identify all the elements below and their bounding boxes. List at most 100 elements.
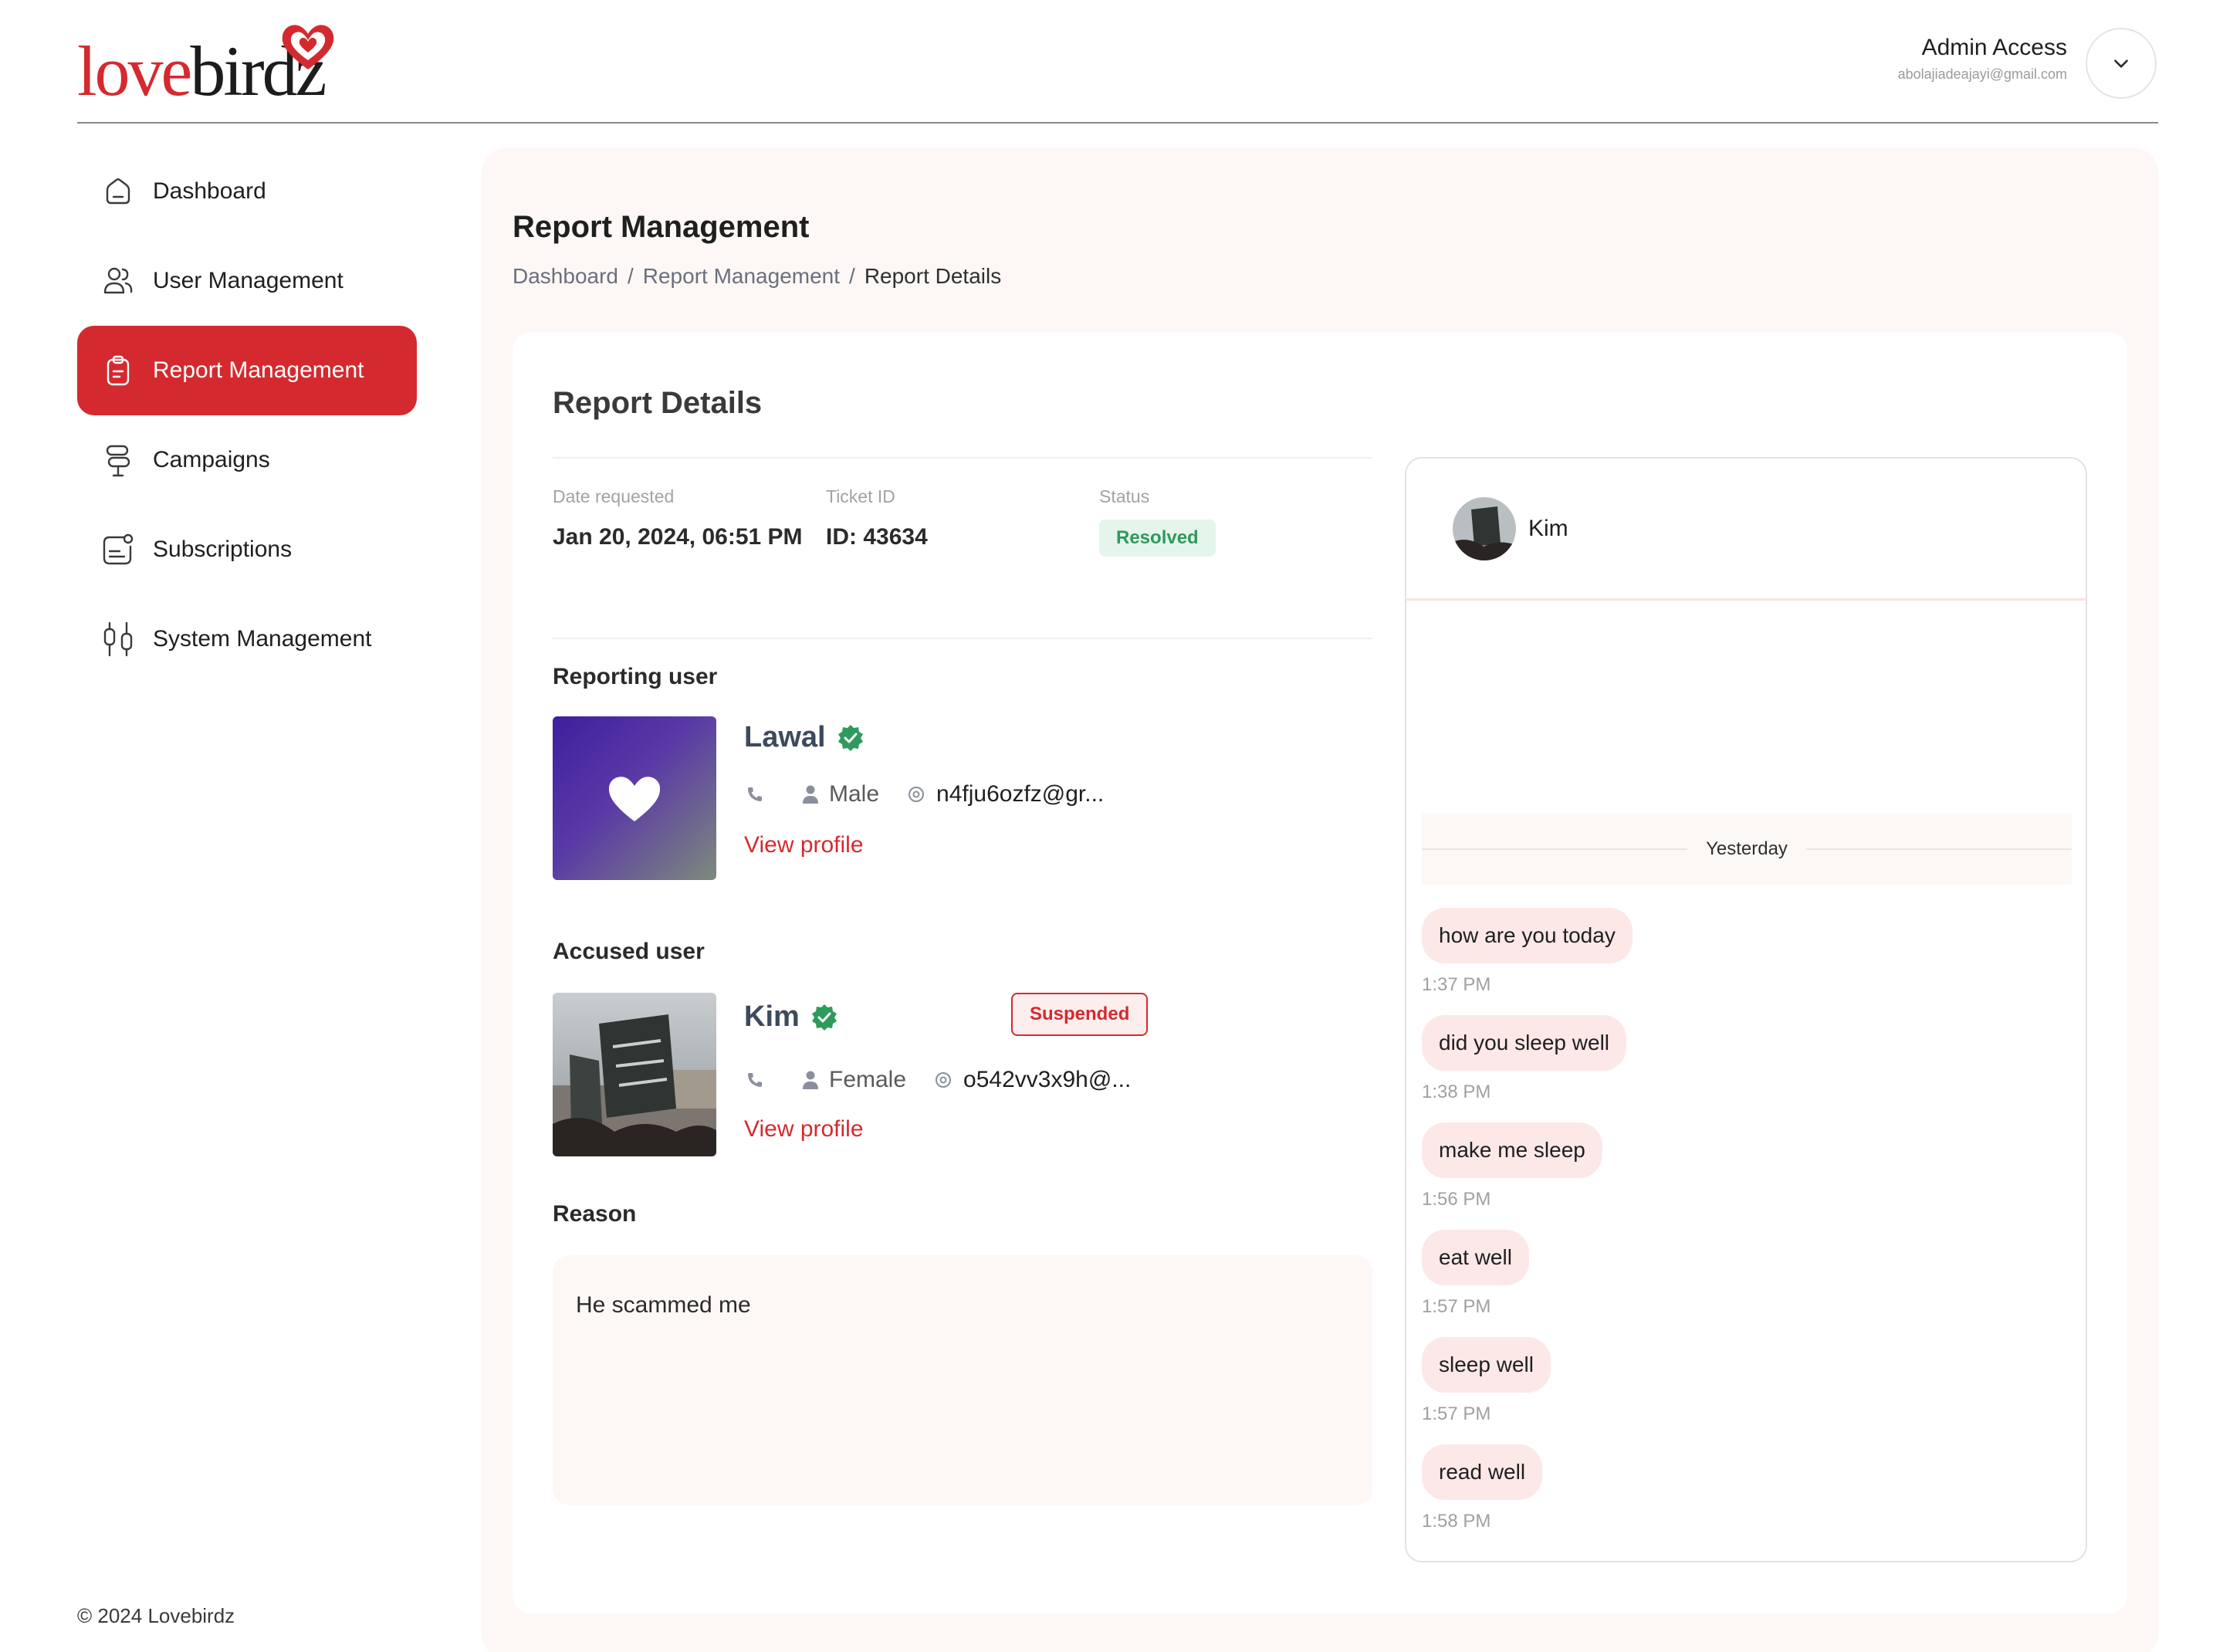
- divider: [553, 638, 1372, 639]
- reason-label: Reason: [553, 1201, 637, 1227]
- message-time: 1:56 PM: [1422, 1189, 1491, 1210]
- breadcrumb-dashboard[interactable]: Dashboard: [513, 264, 618, 289]
- header-divider: [77, 122, 2158, 124]
- at-icon: [905, 784, 927, 805]
- protest-photo-icon: [553, 1014, 716, 1156]
- sidebar-item-label: Campaigns: [153, 447, 270, 472]
- accused-user-name: Kim: [744, 1000, 800, 1033]
- breadcrumb-report-management[interactable]: Report Management: [643, 264, 840, 289]
- date-requested-label: Date requested: [553, 486, 675, 506]
- date-requested-field: Date requested Jan 20, 2024, 06:51 PM: [553, 486, 803, 550]
- message-bubble: read well: [1422, 1444, 1543, 1500]
- reporting-user-avatar: [553, 716, 716, 880]
- sidebar-item-system-management[interactable]: System Management: [77, 594, 417, 684]
- admin-menu-button[interactable]: [2086, 28, 2157, 99]
- top-header: lovebirdz Admin Access abolajiadeajayi@g…: [0, 0, 2223, 124]
- ticket-id-value: ID: 43634: [826, 524, 928, 550]
- admin-name: Admin Access: [1921, 35, 2067, 60]
- reason-box: He scammed me: [553, 1255, 1372, 1505]
- chat-message: read well 1:58 PM: [1422, 1444, 1543, 1532]
- message-time: 1:57 PM: [1422, 1296, 1491, 1317]
- chevron-down-icon: [2114, 59, 2128, 68]
- message-bubble: how are you today: [1422, 908, 1633, 963]
- suspended-badge: Suspended: [1011, 993, 1149, 1036]
- sidebar-item-dashboard[interactable]: Dashboard: [77, 147, 417, 236]
- message-time: 1:38 PM: [1422, 1082, 1491, 1102]
- report-details-card: Report Details Date requested Jan 20, 20…: [513, 332, 2127, 1613]
- home-icon: [100, 174, 136, 209]
- sidebar-item-label: Dashboard: [153, 178, 266, 204]
- phone-icon: [744, 784, 766, 805]
- lovebirdz-logo[interactable]: lovebirdz: [77, 25, 347, 107]
- date-requested-value: Jan 20, 2024, 06:51 PM: [553, 524, 803, 550]
- reporting-user-gender: Male: [829, 781, 880, 807]
- avatar-photo-icon: [1453, 497, 1516, 560]
- reporting-user-label: Reporting user: [553, 664, 718, 689]
- reporting-user-email: n4fju6ozfz@gr...: [936, 781, 1105, 807]
- reporting-user-name-row: Lawal: [744, 721, 864, 754]
- day-label: Yesterday: [1706, 838, 1788, 859]
- admin-info: Admin Access abolajiadeajayi@gmail.com: [1898, 34, 2067, 83]
- chat-message: make me sleep 1:56 PM: [1422, 1122, 1602, 1210]
- main-panel: Report Management Dashboard / Report Man…: [482, 148, 2158, 1652]
- sidebar-item-subscriptions[interactable]: Subscriptions: [77, 505, 417, 594]
- accused-user-label: Accused user: [553, 939, 705, 964]
- message-time: 1:57 PM: [1422, 1403, 1491, 1424]
- page-title: Report Management: [513, 210, 810, 244]
- person-icon: [800, 1069, 821, 1091]
- chat-message: sleep well 1:57 PM: [1422, 1337, 1551, 1425]
- heart-icon: [608, 777, 661, 821]
- message-bubble: sleep well: [1422, 1337, 1551, 1393]
- day-separator: Yesterday: [1422, 814, 2072, 885]
- accused-user-avatar: [553, 993, 716, 1156]
- verified-badge-icon: [811, 1004, 837, 1031]
- signpost-icon: [100, 442, 136, 478]
- status-field: Status Resolved: [1099, 486, 1216, 557]
- sidebar-item-campaigns[interactable]: Campaigns: [77, 415, 417, 505]
- divider: [553, 457, 1372, 459]
- message-time: 1:58 PM: [1422, 1511, 1491, 1532]
- logo-heart-icon: [282, 25, 334, 69]
- clipboard-icon: [100, 353, 136, 388]
- chat-header: Kim: [1406, 459, 2086, 601]
- ticket-id-field: Ticket ID ID: 43634: [826, 486, 928, 550]
- sidebar-item-report-management[interactable]: Report Management: [77, 326, 417, 415]
- footer-copyright: © 2024 Lovebirdz: [77, 1604, 235, 1627]
- sidebar-item-label: Report Management: [153, 357, 364, 383]
- sidebar-item-label: System Management: [153, 626, 372, 652]
- breadcrumb-current: Report Details: [864, 264, 1002, 288]
- breadcrumb-separator: /: [849, 264, 855, 288]
- accused-user-email: o542vv3x9h@...: [963, 1067, 1132, 1092]
- breadcrumb-separator: /: [627, 264, 634, 288]
- sidebar-item-user-management[interactable]: User Management: [77, 236, 417, 326]
- accused-user-gender: Female: [829, 1067, 907, 1092]
- report-details-title: Report Details: [553, 386, 763, 420]
- status-label: Status: [1099, 486, 1150, 506]
- accused-user-meta: Female o542vv3x9h@...: [744, 1067, 1131, 1093]
- sidebar-item-label: Subscriptions: [153, 537, 293, 562]
- users-icon: [100, 263, 136, 299]
- message-bubble: eat well: [1422, 1230, 1529, 1285]
- reporting-user-view-profile-link[interactable]: View profile: [744, 832, 864, 858]
- separator-line: [1805, 848, 2072, 850]
- sidebar-nav: Dashboard User Management Report Managem…: [77, 147, 417, 684]
- reason-text: He scammed me: [576, 1292, 751, 1318]
- breadcrumb: Dashboard / Report Management / Report D…: [513, 264, 1001, 289]
- verified-badge-icon: [837, 724, 863, 751]
- sliders-icon: [100, 621, 136, 657]
- admin-email: abolajiadeajayi@gmail.com: [1897, 66, 2067, 82]
- chat-message: how are you today 1:37 PM: [1422, 908, 1633, 996]
- ticket-id-label: Ticket ID: [826, 486, 895, 506]
- accused-user-name-row: Kim: [744, 1000, 838, 1034]
- at-icon: [932, 1069, 954, 1091]
- chat-message: did you sleep well 1:38 PM: [1422, 1015, 1627, 1103]
- message-bubble: make me sleep: [1422, 1122, 1602, 1178]
- person-icon: [800, 784, 821, 805]
- status-badge: Resolved: [1099, 520, 1216, 557]
- accused-user-view-profile-link[interactable]: View profile: [744, 1116, 864, 1143]
- chat-panel: Kim Yesterday how are you today 1:37 PM …: [1405, 457, 2087, 1562]
- reporting-user-meta: Male n4fju6ozfz@gr...: [744, 781, 1104, 807]
- chat-message: eat well 1:57 PM: [1422, 1230, 1529, 1318]
- chat-contact-avatar: [1453, 497, 1516, 560]
- sidebar-item-label: User Management: [153, 268, 343, 293]
